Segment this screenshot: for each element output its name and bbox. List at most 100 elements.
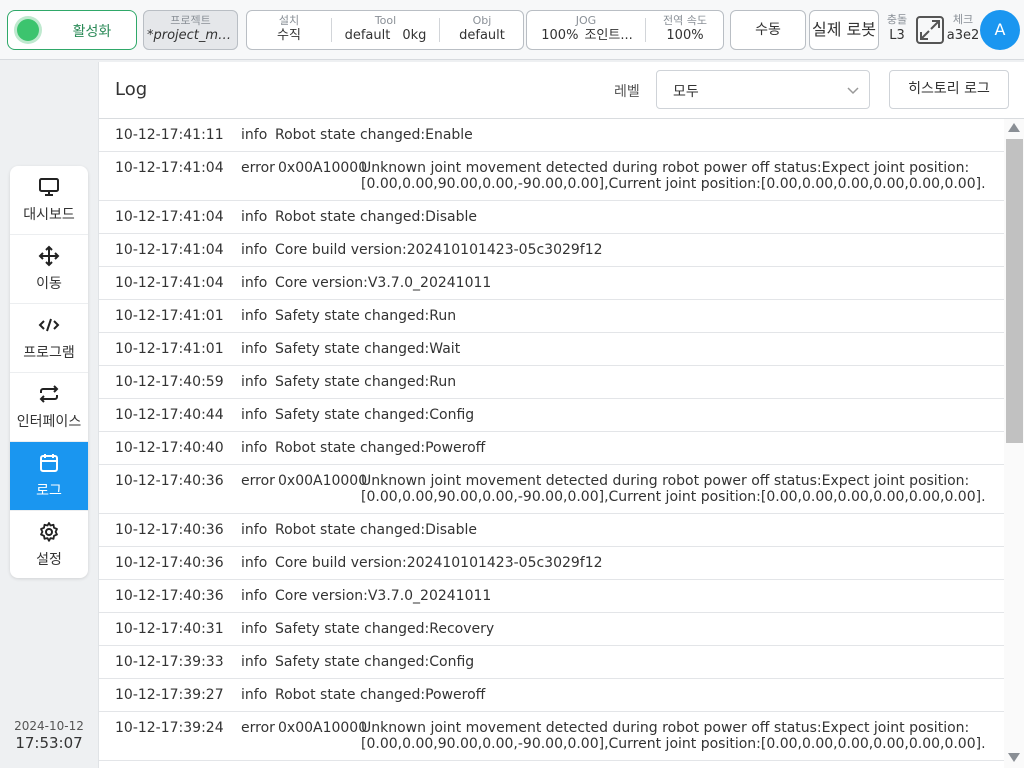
- log-panel: Log 레벨 모두 히스토리 로그 10-12-17:41:11 info Robo…: [98, 62, 1024, 768]
- expand-icon[interactable]: [915, 15, 945, 45]
- enable-label: 활성화: [72, 24, 112, 40]
- page-title: Log: [115, 79, 148, 100]
- sidebar-item-dashboard[interactable]: 대시보드: [10, 166, 88, 235]
- log-message: Core version:V3.7.0_20241011: [275, 588, 492, 604]
- log-level: info: [241, 341, 268, 357]
- log-timestamp: 10-12-17:40:36: [115, 555, 224, 571]
- jog-mode: 조인트...: [584, 28, 633, 43]
- sidebar-item-settings[interactable]: 설정: [10, 511, 88, 578]
- scrollbar[interactable]: [1004, 119, 1024, 768]
- log-row: 10-12-17:40:36 info Core version:V3.7.0_20…: [99, 580, 1004, 613]
- tool-title: Tool: [374, 14, 397, 27]
- jog-percent: 100%: [541, 28, 579, 43]
- scrollbar-thumb[interactable]: [1006, 139, 1023, 443]
- scroll-down-arrow-icon[interactable]: [1008, 753, 1020, 762]
- sidebar: 대시보드 이동 프로그램 인터페이스 로그 설정: [10, 166, 88, 578]
- log-message: Core build version:202410101423-05c3029f…: [275, 555, 603, 571]
- log-row: 10-12-17:41:04 info Robot state changed:Di…: [99, 201, 1004, 234]
- log-timestamp: 10-12-17:40:36: [115, 473, 224, 489]
- install-cell[interactable]: 설치 수직: [247, 11, 331, 49]
- log-message: Safety state changed:Wait: [275, 341, 461, 357]
- install-value: 수직: [277, 28, 301, 43]
- log-row: 10-12-17:39:24 error 0x00A10000 Unknown joi…: [99, 712, 1004, 761]
- log-level: info: [241, 275, 268, 291]
- log-message: Robot state changed:Poweroff: [275, 440, 486, 456]
- log-row: 10-12-17:40:44 info Safety state changed:C…: [99, 399, 1004, 432]
- sidebar-item-label: 설정: [36, 552, 62, 568]
- jog-title: JOG: [575, 14, 597, 27]
- log-timestamp: 10-12-17:39:27: [115, 687, 224, 703]
- project-title: 프로젝트: [170, 14, 211, 27]
- log-timestamp: 10-12-17:40:31: [115, 621, 224, 637]
- log-message: Robot state changed:Disable: [275, 209, 478, 225]
- scroll-up-arrow-icon[interactable]: [1008, 123, 1020, 132]
- log-timestamp: 10-12-17:41:01: [115, 341, 224, 357]
- interface-icon: [39, 385, 59, 403]
- log-timestamp: 10-12-17:41:04: [115, 160, 224, 176]
- sidebar-item-label: 로그: [36, 483, 62, 499]
- log-timestamp: 10-12-17:39:24: [115, 720, 224, 736]
- log-level: info: [241, 308, 268, 324]
- tool-weight: 0kg: [402, 28, 427, 43]
- check-value: a3e2: [946, 28, 980, 43]
- log-message: Safety state changed:Recovery: [275, 621, 495, 637]
- manual-mode-button[interactable]: 수동: [730, 10, 806, 50]
- sidebar-item-program[interactable]: 프로그램: [10, 304, 88, 373]
- log-error-code: 0x00A10000: [278, 720, 368, 736]
- log-message: Safety state changed:Config: [275, 407, 475, 423]
- sidebar-item-move[interactable]: 이동: [10, 235, 88, 304]
- log-list[interactable]: 10-12-17:41:11 info Robot state changed:En…: [99, 119, 1004, 768]
- log-header: Log 레벨 모두 히스토리 로그: [99, 62, 1024, 119]
- install-title: 설치: [278, 14, 300, 27]
- log-message: Core version:V3.7.0_20241011: [275, 275, 492, 291]
- history-log-button[interactable]: 히스토리 로그: [889, 70, 1009, 109]
- sidebar-item-interface[interactable]: 인터페이스: [10, 373, 88, 442]
- log-row: 10-12-17:41:04 info Core version:V3.7.0_20…: [99, 267, 1004, 300]
- obj-cell[interactable]: Obj default: [440, 11, 524, 49]
- log-level: info: [241, 588, 268, 604]
- tool-cell[interactable]: Tool default 0kg: [332, 11, 439, 49]
- log-message: Safety state changed:Run: [275, 308, 457, 324]
- collision-level[interactable]: 충돌 L3: [884, 13, 910, 44]
- log-error-code: 0x00A10000: [278, 473, 368, 489]
- project-selector[interactable]: 프로젝트 *project_mo...: [143, 10, 238, 50]
- log-level: error: [241, 160, 275, 176]
- calendar-icon: [40, 454, 58, 472]
- collision-title: 충돌: [886, 13, 908, 26]
- tool-values: default 0kg: [332, 27, 439, 45]
- log-row: 10-12-17:41:04 info Core build version:202…: [99, 234, 1004, 267]
- system-clock: 2024-10-12 17:53:07: [10, 719, 88, 753]
- log-message: Core build version:202410101423-05c3029f…: [275, 242, 603, 258]
- log-row: 10-12-17:40:36 info Core build version:202…: [99, 547, 1004, 580]
- log-row: 10-12-17:41:01 info Safety state changed:R…: [99, 300, 1004, 333]
- jog-speed-panel[interactable]: JOG 100% 조인트... 전역 속도 100%: [526, 10, 724, 50]
- log-message: Robot state changed:Poweroff: [275, 687, 486, 703]
- chevron-down-icon: [847, 87, 859, 95]
- collision-value: L3: [889, 28, 905, 43]
- project-name: *project_mo...: [147, 28, 237, 43]
- log-message: Safety state changed:Run: [275, 374, 457, 390]
- jog-cell[interactable]: JOG 100% 조인트...: [527, 11, 645, 49]
- tool-name: default: [344, 28, 391, 43]
- log-message: Unknown joint movement detected during r…: [361, 160, 986, 192]
- log-timestamp: 10-12-17:40:44: [115, 407, 224, 423]
- log-level: info: [241, 127, 268, 143]
- sidebar-item-label: 인터페이스: [16, 414, 82, 430]
- avatar[interactable]: A: [980, 10, 1020, 50]
- real-robot-button[interactable]: 실제 로봇: [809, 10, 879, 50]
- log-error-code: 0x00A10000: [278, 160, 368, 176]
- log-level: info: [241, 654, 268, 670]
- sidebar-item-log[interactable]: 로그: [10, 442, 88, 511]
- enable-button[interactable]: 활성화: [7, 10, 137, 50]
- log-level: info: [241, 407, 268, 423]
- level-select[interactable]: 모두: [656, 70, 870, 109]
- log-level: info: [241, 522, 268, 538]
- log-level: info: [241, 621, 268, 637]
- jog-values: 100% 조인트...: [527, 27, 645, 45]
- log-row: 10-12-17:41:11 info Robot state changed:En…: [99, 119, 1004, 152]
- global-speed-cell[interactable]: 전역 속도 100%: [646, 11, 724, 49]
- log-timestamp: 10-12-17:41:04: [115, 275, 224, 291]
- install-tool-obj-panel[interactable]: 설치 수직 Tool default 0kg Obj default: [246, 10, 524, 50]
- sidebar-item-label: 이동: [36, 276, 62, 292]
- log-level: error: [241, 720, 275, 736]
